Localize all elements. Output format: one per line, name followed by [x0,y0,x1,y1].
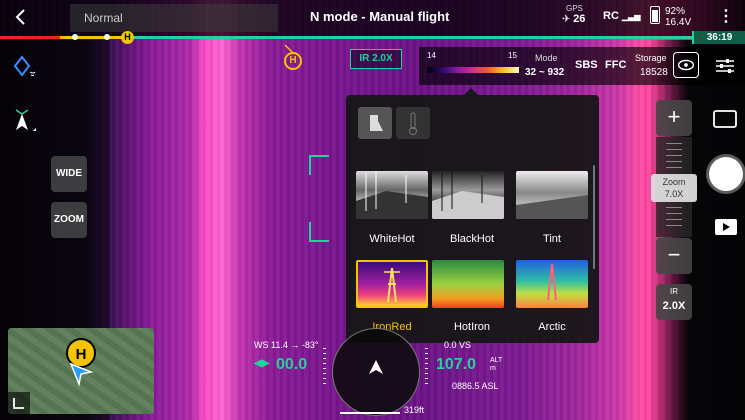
battery-readout: 92% 16.4V [665,6,691,28]
focus-bracket [309,155,329,175]
satellite-icon: ✈ [562,14,571,25]
shutter-button[interactable] [709,157,743,191]
palette-thumb-whitehot[interactable] [356,171,428,219]
palette-gradient [427,67,519,73]
palette-thumb-blackhot[interactable] [432,171,504,219]
wind-speed: WS 11.4 → -83° [254,340,319,350]
link-eye-icon[interactable] [673,52,699,78]
gps-status[interactable]: GPS ✈ 26 [562,4,585,25]
storage-label: Storage [635,53,667,63]
palette-thumb-ironred[interactable] [356,260,428,308]
temp-max: 15 [508,51,517,60]
measure-mode-range: 32 ~ 932 [525,67,565,78]
palette-label-hotiron: HotIron [453,321,491,333]
altitude-unit-top: ALT [490,357,503,364]
progress-marker [72,34,78,40]
wide-camera-button[interactable]: WIDE [51,156,87,192]
signal-bars-icon: ▁▃▅ [621,12,641,21]
altitude-scale [425,348,428,388]
palette-thumb-tint[interactable] [516,171,588,219]
ir-zoom-value: 2.0X [662,300,686,312]
tab-palette[interactable] [358,107,392,139]
zoom-tag-label: Zoom [662,177,686,187]
aircraft-arrow-icon [369,360,383,374]
sbs-button[interactable]: SBS [575,59,598,71]
flight-status-title: N mode - Manual flight [310,9,450,24]
screen-toggle-icon[interactable] [712,109,738,129]
playback-icon[interactable] [714,218,738,236]
battery-voltage: 16.4V [665,17,692,28]
home-point-marker: H [284,52,302,70]
storage-value: 18528 [640,67,668,78]
remaining-flight-time: 36:19 [692,31,745,44]
speed-scale [323,348,326,388]
tab-temperature[interactable] [396,107,430,139]
palette-icon [370,115,383,131]
zoom-out-button[interactable]: − [656,238,692,274]
ir-zoom-badge: IR 2.0X [350,49,402,69]
horizontal-speed: 00.0 [276,356,308,373]
altitude-asl: 0886.5 ASL [452,381,499,391]
zoom-level-tag: Zoom 7.0X [651,174,697,202]
settings-sliders-icon[interactable] [714,56,736,76]
distance-scale-bar [340,412,400,414]
rc-label: RC [603,10,619,22]
thermometer-icon [409,112,417,135]
ffc-button[interactable]: FFC [605,59,626,71]
palette-thumb-hotiron[interactable] [432,260,504,308]
battery-icon[interactable] [650,6,660,24]
focus-bracket [309,222,329,242]
altitude: 107.0 [436,356,477,373]
more-menu-icon[interactable]: ⋮ [718,6,734,26]
popup-scrollbar[interactable] [593,165,595,269]
ir-zoom-button[interactable]: IR 2.0X [656,284,692,320]
zoom-camera-button[interactable]: ZOOM [51,202,87,238]
rc-signal[interactable]: RC ▁▃▅ [603,10,640,22]
altitude-unit-bottom: m [490,365,496,372]
temp-min: 14 [427,51,436,60]
zoom-in-button[interactable]: + [656,100,692,136]
map-locate-icon[interactable] [12,55,36,79]
thermal-palette-bar[interactable]: 14 15 Mode 32 ~ 932 SBS FFC Storage 1852… [419,47,745,85]
ir-zoom-label: IR [670,287,678,296]
palette-label-blackhot: BlackHot [449,233,495,245]
distance: 319ft [404,405,425,415]
home-point-marker: H [121,31,134,44]
palette-label-tint: Tint [543,233,561,245]
top-status-bar: Normal N mode - Manual flight GPS ✈ 26 R… [0,0,745,36]
palette-label-whitehot: WhiteHot [369,233,415,245]
altitude-unit: ALT m [490,357,502,373]
progress-marker [104,34,110,40]
gps-label: GPS [566,4,583,13]
palette-popup: WhiteHot BlackHot Tint IronRed HotIron A… [346,95,599,343]
battery-percent: 92% [665,6,686,17]
back-icon[interactable] [10,6,32,28]
flight-mode-label: Normal [84,11,123,25]
palette-label-arctic: Arctic [538,321,566,333]
zoom-tag-value: 7.0X [664,189,684,199]
horizontal-speed-icon: ◀▶ [254,358,270,369]
aircraft-heading-icon[interactable] [12,108,38,134]
satellite-count: 26 [573,13,586,25]
minimap-aircraft-icon [69,362,94,387]
measure-mode-label: Mode [535,53,558,63]
palette-thumb-arctic[interactable] [516,260,588,308]
flight-mode-selector[interactable]: Normal [70,4,278,32]
minimap-expand-icon[interactable] [8,392,30,414]
vertical-speed: 0.0 VS [444,340,472,350]
